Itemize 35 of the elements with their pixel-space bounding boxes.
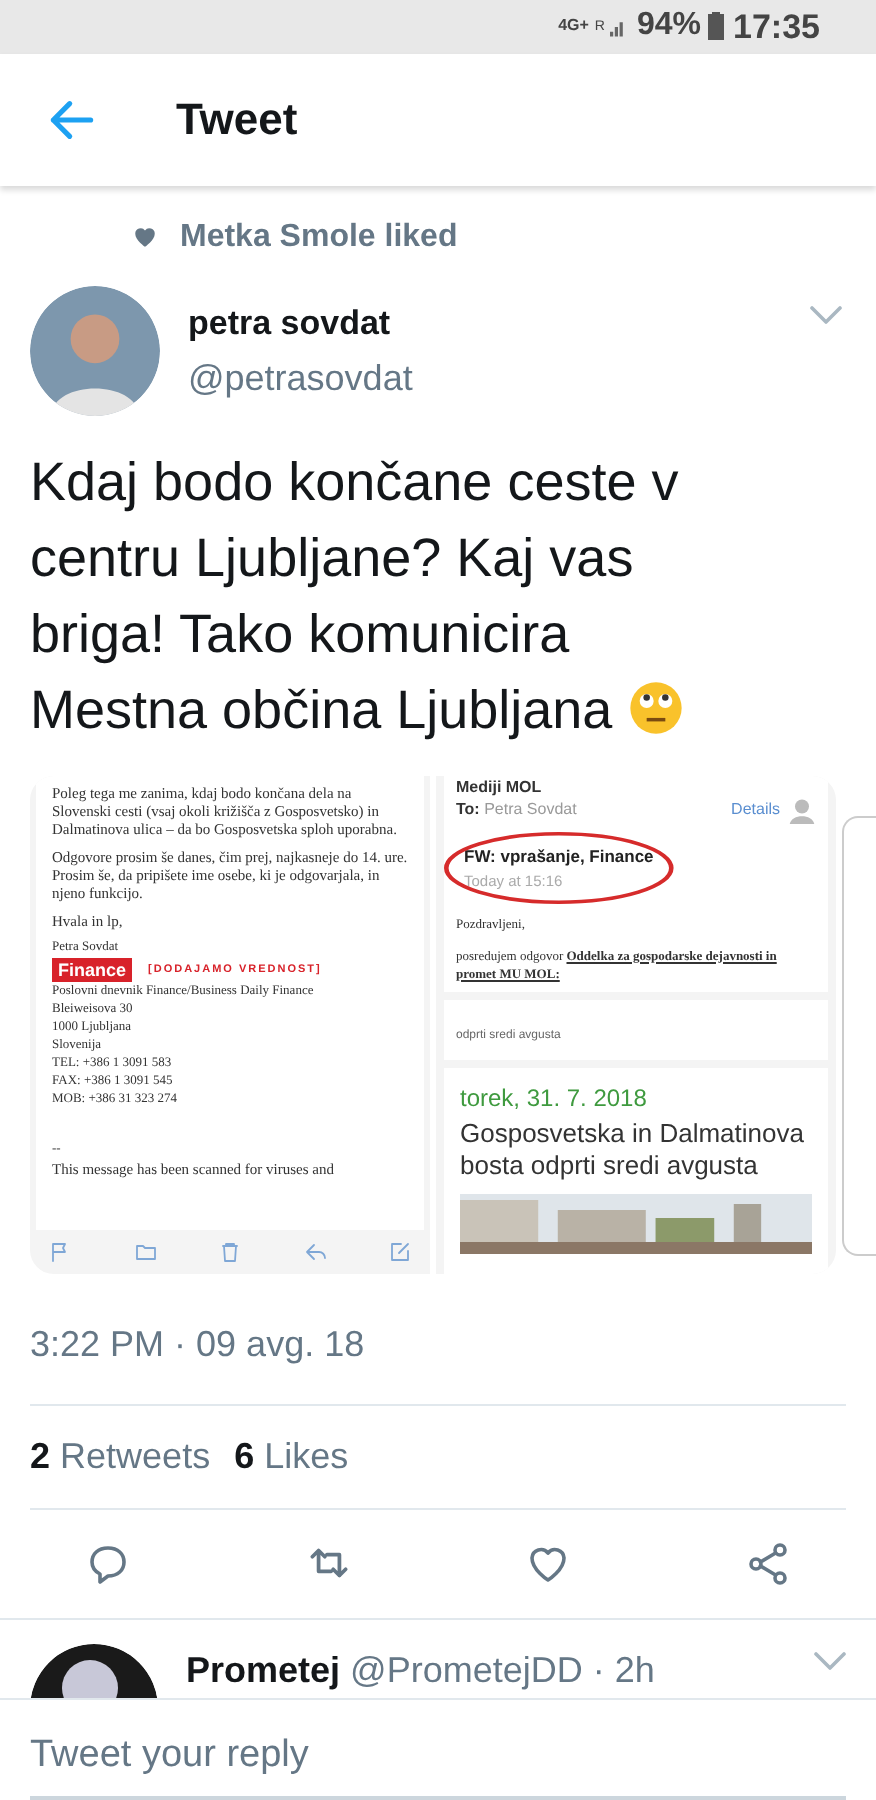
liked-by-text: Metka Smole liked — [180, 217, 458, 258]
tweet-text: Kdaj bodo končane ceste v centru Ljubljane? Kaj vas briga! Tako komunicira Mestna občina Ljubljana — [30, 443, 710, 748]
page-title: Tweet — [176, 92, 298, 149]
heart-icon — [132, 224, 158, 251]
reply-time: · 2h — [592, 1650, 655, 1691]
share-icon — [743, 1539, 792, 1588]
compose-icon — [388, 1239, 412, 1264]
trash-icon — [218, 1239, 242, 1264]
tweet-timestamp: 3:22 PM · 09 avg. 18 — [30, 1321, 367, 1368]
battery-icon — [707, 12, 724, 41]
reply-field[interactable]: Tweet your reply — [30, 1716, 846, 1800]
article-title: Gosposvetska in Dalmatinova bosta odprti sredi avgusta — [460, 1117, 806, 1182]
author-name: petra sovdat — [188, 301, 393, 346]
finance-logo: Finance — [52, 957, 133, 982]
email-subject: FW: vprašanje, Finance — [464, 843, 654, 870]
contact-icon — [788, 795, 816, 824]
chevron-down-icon — [810, 305, 842, 324]
reply-author-name: Prometej — [186, 1650, 341, 1691]
battery-level: 94% — [636, 6, 702, 47]
chevron-down-icon — [814, 1652, 846, 1671]
clock: 17:35 — [733, 5, 820, 50]
engagement-count[interactable]: 6 Likes — [234, 1429, 349, 1484]
eye-roll-emoji-icon — [627, 679, 684, 736]
engagement-count[interactable]: 2 Retweets — [30, 1429, 211, 1484]
reply-author-handle: @PrometejDD — [350, 1650, 583, 1691]
author-handle: @petrasovdat — [188, 356, 415, 403]
network-type: 4G+ — [558, 18, 589, 35]
reply-icon — [303, 1239, 327, 1264]
sender-name: Mediji MOL — [456, 777, 544, 796]
folder-icon — [133, 1239, 157, 1264]
flag-icon — [48, 1239, 72, 1264]
share-button[interactable] — [743, 1539, 792, 1588]
email-screenshot[interactable] — [30, 775, 430, 1274]
article-date: torek, 31. 7. 2018 — [460, 1081, 649, 1116]
recipient-line: To: Petra Sovdat — [456, 797, 577, 822]
